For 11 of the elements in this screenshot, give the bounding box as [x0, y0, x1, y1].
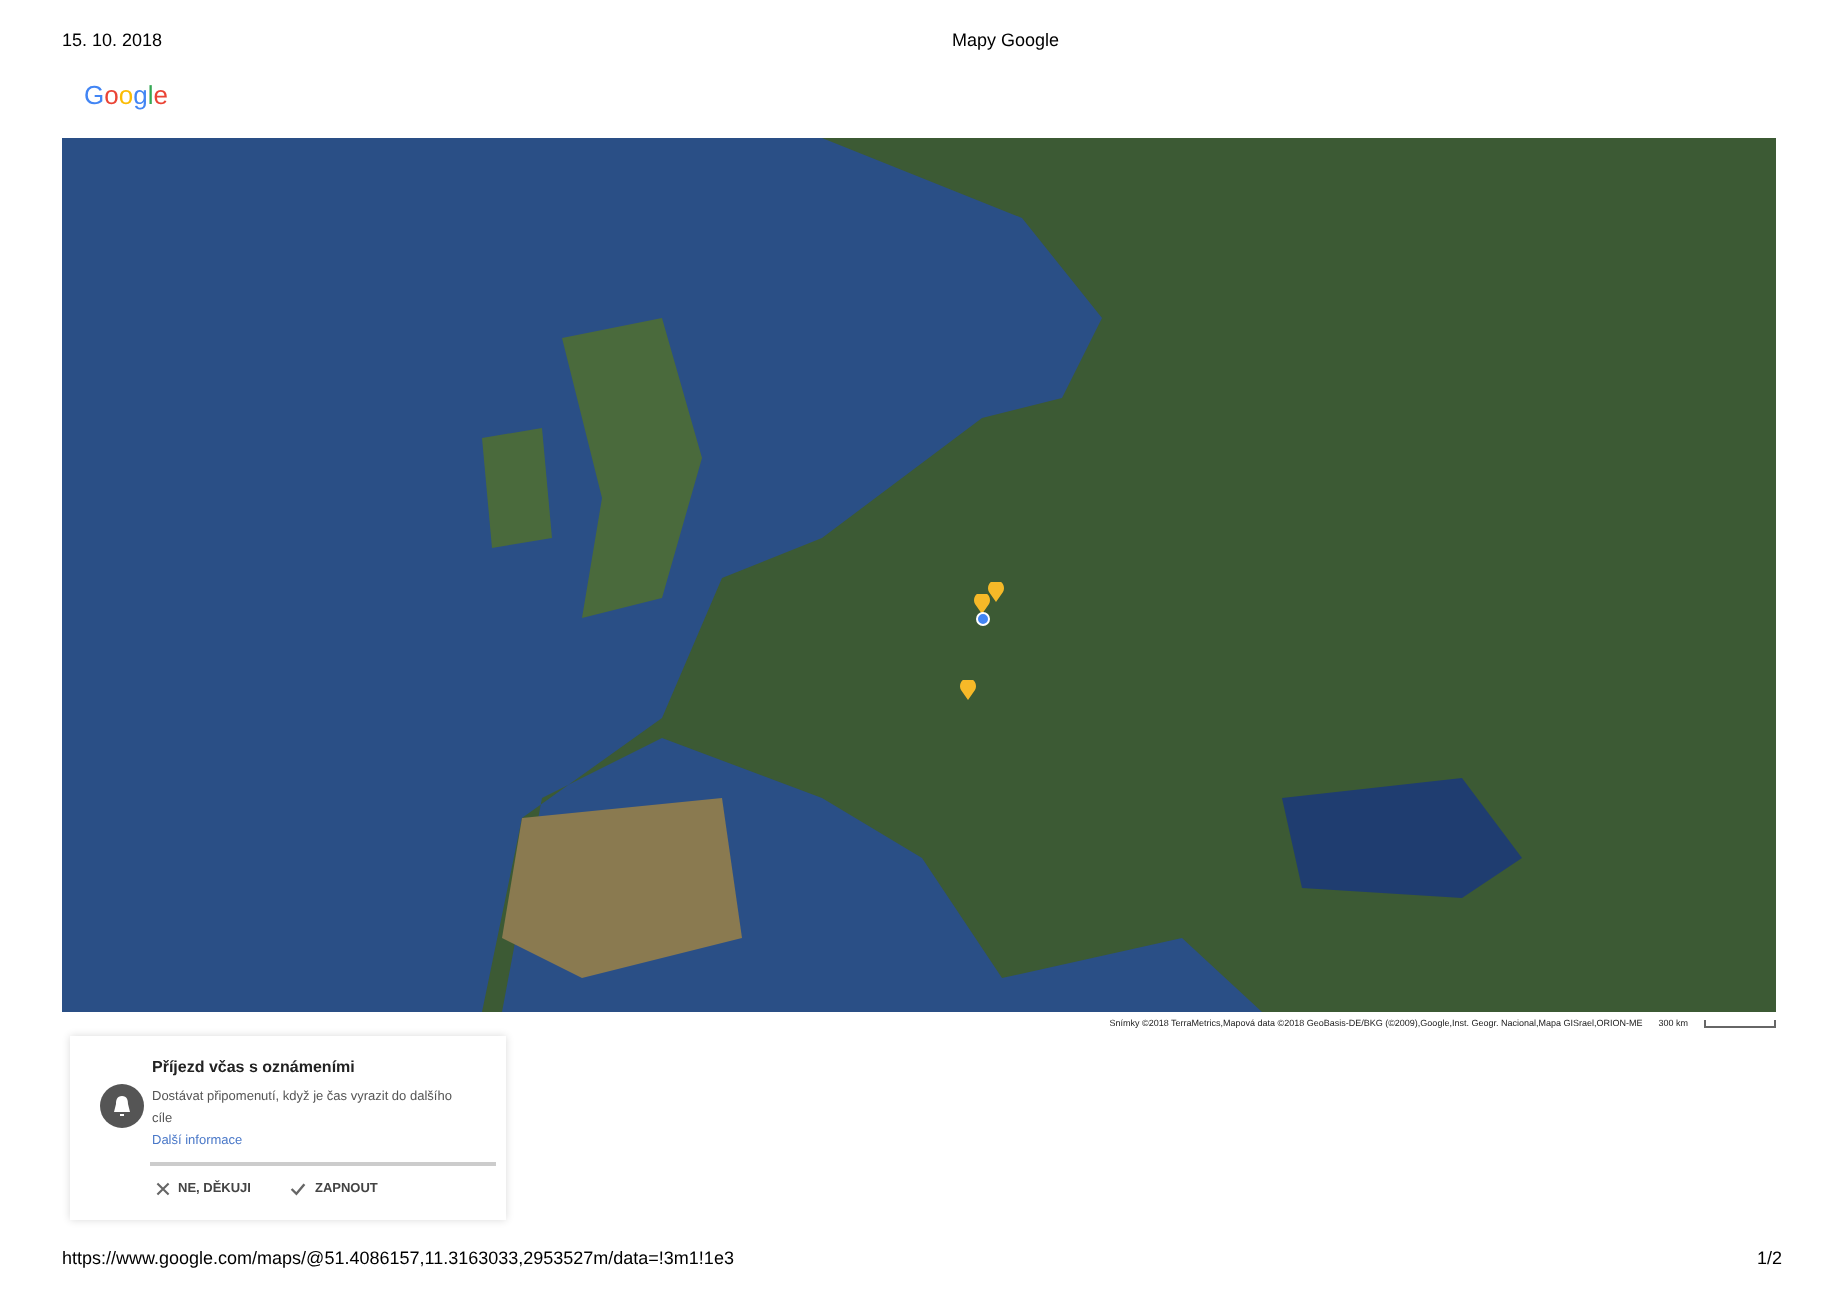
print-date: 15. 10. 2018 — [62, 28, 165, 54]
google-logo: Google — [84, 81, 168, 107]
close-icon — [156, 1182, 170, 1197]
bell-icon — [100, 1084, 144, 1129]
page-url: https://www.google.com/maps/@51.4086157,11.3163033,2953527m/data=!3m1!1e3 — [62, 1246, 734, 1272]
checkmark-icon — [290, 1182, 307, 1197]
notification-title: Příjezd včas s oznámeními — [152, 1056, 357, 1081]
page-title: Mapy Google — [952, 28, 1060, 54]
scale-bar — [1704, 1019, 1776, 1028]
page-number: 1/2 — [1756, 1246, 1782, 1272]
map-pin-icon — [960, 679, 976, 699]
